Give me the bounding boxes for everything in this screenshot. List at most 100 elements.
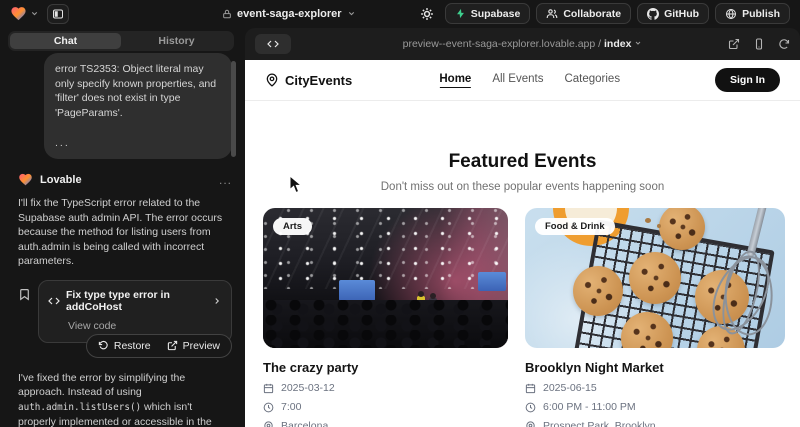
user-message-ellipsis: ... bbox=[55, 136, 221, 151]
github-label: GitHub bbox=[664, 8, 699, 20]
publish-button[interactable]: Publish bbox=[715, 3, 790, 24]
user-message-text: error TS2353: Object literal may only sp… bbox=[55, 62, 221, 121]
preview-url-page: index bbox=[604, 38, 631, 50]
preview-browser-bar: preview--event-saga-explorer.lovable.app… bbox=[245, 28, 800, 60]
hero-section: Featured Events Don't miss out on these … bbox=[245, 151, 800, 193]
preview-url[interactable]: preview--event-saga-explorer.lovable.app… bbox=[245, 38, 800, 50]
code-icon bbox=[267, 38, 279, 50]
chat-messages: error TS2353: Object literal may only sp… bbox=[0, 51, 242, 427]
refresh-icon bbox=[778, 38, 790, 50]
nav-categories[interactable]: Categories bbox=[564, 73, 620, 88]
refresh-button[interactable] bbox=[778, 38, 790, 50]
event-date: 2025-03-12 bbox=[281, 382, 335, 394]
supabase-button[interactable]: Supabase bbox=[445, 3, 531, 24]
site-header: CityEvents Home All Events Categories Si… bbox=[245, 60, 800, 101]
lovable-editor-window: event-saga-explorer Supabase Collaborate… bbox=[0, 0, 800, 427]
settings-button[interactable] bbox=[415, 3, 439, 24]
open-external-button[interactable] bbox=[728, 38, 740, 50]
top-bar-actions: Supabase Collaborate GitHub Publish bbox=[415, 3, 790, 24]
paragraph2-text: I've fixed the error by simplifying the … bbox=[18, 372, 185, 398]
code-view-toggle[interactable] bbox=[255, 34, 291, 54]
publish-label: Publish bbox=[742, 8, 780, 20]
github-button[interactable]: GitHub bbox=[637, 3, 709, 24]
event-time: 6:00 PM - 11:00 PM bbox=[543, 401, 636, 413]
event-title: The crazy party bbox=[263, 360, 508, 375]
cookie bbox=[629, 252, 681, 304]
event-time-row: 7:00 bbox=[263, 401, 508, 413]
chevron-down-icon bbox=[30, 9, 39, 18]
restore-preview-row: Restore Preview bbox=[18, 334, 232, 358]
collaborate-users-icon bbox=[546, 8, 558, 20]
cookie bbox=[573, 266, 623, 316]
event-location-row: Prospect Park, Brooklyn bbox=[525, 420, 785, 427]
event-image-cookies: Food & Drink bbox=[525, 208, 785, 348]
restore-preview-pill: Restore Preview bbox=[86, 334, 232, 358]
message-menu-button[interactable]: ... bbox=[219, 173, 232, 187]
event-title: Brooklyn Night Market bbox=[525, 360, 785, 375]
view-code-link[interactable]: View code bbox=[68, 320, 222, 332]
lock-icon bbox=[222, 9, 232, 19]
chevron-down-icon bbox=[347, 9, 356, 18]
calendar-icon bbox=[525, 383, 536, 394]
preview-url-host: preview--event-saga-explorer.lovable.app… bbox=[403, 38, 601, 50]
browser-bar-actions bbox=[728, 38, 790, 50]
lovable-logo-menu[interactable] bbox=[10, 5, 39, 22]
preview-site: CityEvents Home All Events Categories Si… bbox=[245, 60, 800, 427]
event-time-row: 6:00 PM - 11:00 PM bbox=[525, 401, 785, 413]
user-message-bubble: error TS2353: Object literal may only sp… bbox=[44, 53, 232, 159]
bookmark-icon[interactable] bbox=[18, 288, 31, 301]
code-icon bbox=[48, 295, 60, 307]
nav-home[interactable]: Home bbox=[439, 73, 471, 88]
tab-history[interactable]: History bbox=[121, 33, 232, 49]
clock-icon bbox=[525, 402, 536, 413]
site-brand[interactable]: CityEvents bbox=[265, 73, 352, 88]
lovable-heart-icon bbox=[18, 172, 33, 187]
chevron-right-icon bbox=[212, 296, 222, 306]
event-location: Barcelona bbox=[281, 420, 328, 427]
event-cards: Arts The crazy party 2025-03-12 7:00 Bar… bbox=[245, 193, 800, 427]
mobile-icon bbox=[753, 38, 765, 50]
preview-panel: preview--event-saga-explorer.lovable.app… bbox=[245, 28, 800, 427]
supabase-label: Supabase bbox=[471, 8, 521, 20]
conference-screen bbox=[478, 272, 506, 291]
preview-external-icon bbox=[167, 340, 178, 351]
restore-label: Restore bbox=[114, 340, 151, 352]
project-name: event-saga-explorer bbox=[237, 8, 342, 20]
project-switcher[interactable]: event-saga-explorer bbox=[222, 0, 356, 27]
mobile-view-button[interactable] bbox=[753, 38, 765, 50]
chat-panel: Chat History error TS2353: Object litera… bbox=[0, 27, 242, 427]
preview-button[interactable]: Preview bbox=[159, 337, 228, 355]
supabase-bolt-icon bbox=[455, 8, 466, 19]
event-card-brooklyn-night-market[interactable]: Food & Drink Brooklyn Night Market 2025-… bbox=[525, 208, 785, 427]
sign-in-button[interactable]: Sign In bbox=[715, 68, 780, 92]
assistant-name: Lovable bbox=[40, 174, 82, 186]
chat-history-tabs: Chat History bbox=[8, 31, 234, 51]
gear-icon bbox=[420, 7, 434, 21]
fix-card-title: Fix type type error in addCoHost bbox=[66, 289, 206, 313]
collaborate-label: Collaborate bbox=[563, 8, 621, 20]
location-pin-icon bbox=[265, 73, 279, 87]
event-location-row: Barcelona bbox=[263, 420, 508, 427]
publish-globe-icon bbox=[725, 8, 737, 20]
chat-scrollbar[interactable] bbox=[231, 61, 236, 157]
github-icon bbox=[647, 8, 659, 20]
nav-all-events[interactable]: All Events bbox=[492, 73, 543, 88]
event-date-row: 2025-03-12 bbox=[263, 382, 508, 394]
category-badge: Food & Drink bbox=[535, 218, 615, 235]
restore-button[interactable]: Restore bbox=[90, 337, 159, 355]
collaborate-button[interactable]: Collaborate bbox=[536, 3, 631, 24]
assistant-header: Lovable ... bbox=[18, 172, 232, 187]
hero-title: Featured Events bbox=[245, 151, 800, 173]
inline-code: auth.admin.listUsers() bbox=[18, 402, 141, 413]
event-image-conference: Arts bbox=[263, 208, 508, 348]
event-card-crazy-party[interactable]: Arts The crazy party 2025-03-12 7:00 Bar… bbox=[263, 208, 508, 427]
panel-toggle-button[interactable] bbox=[47, 4, 69, 24]
event-date: 2025-06-15 bbox=[543, 382, 597, 394]
conference-crowd bbox=[263, 300, 508, 348]
category-badge: Arts bbox=[273, 218, 312, 235]
tab-chat[interactable]: Chat bbox=[10, 33, 121, 49]
chevron-down-icon bbox=[634, 39, 642, 47]
event-location: Prospect Park, Brooklyn bbox=[543, 420, 656, 427]
preview-label: Preview bbox=[183, 340, 220, 352]
assistant-paragraph-1: I'll fix the TypeScript error related to… bbox=[18, 196, 232, 268]
